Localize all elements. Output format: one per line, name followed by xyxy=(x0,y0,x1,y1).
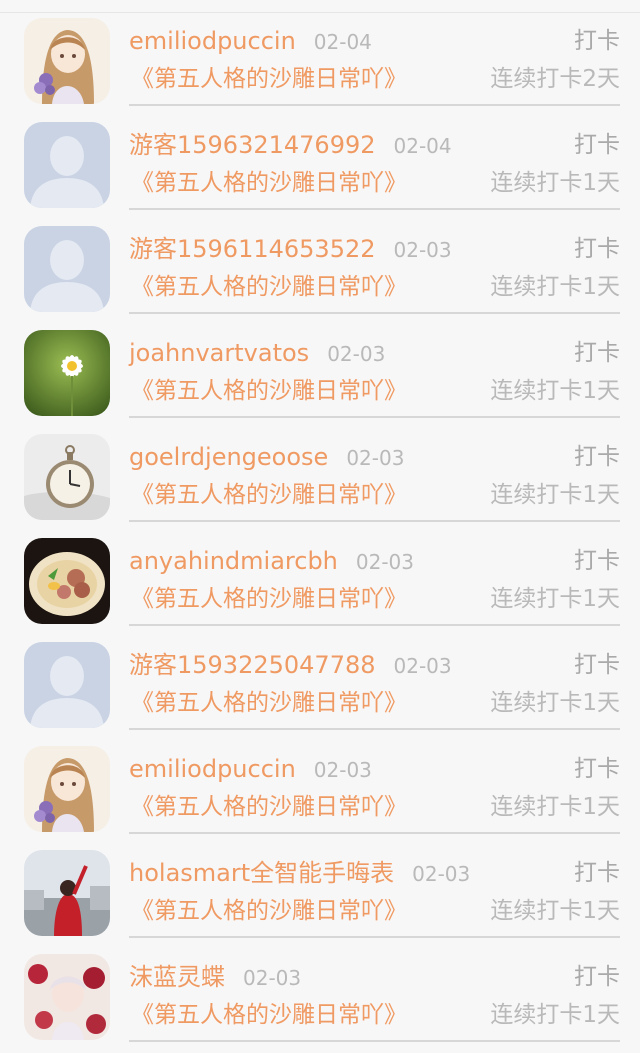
streak-label: 连续打卡1天 xyxy=(490,586,620,612)
username[interactable]: 沫蓝灵蝶 xyxy=(129,963,225,991)
book-title-link[interactable]: 《第五人格的沙雕日常吖》 xyxy=(131,377,407,405)
list-item[interactable]: 游客1596321476992 02-04 打卡 《第五人格的沙雕日常吖》 连续打… xyxy=(0,117,640,221)
username[interactable]: 游客1596321476992 xyxy=(129,131,376,159)
checkin-date: 02-04 xyxy=(313,30,372,54)
list-item[interactable]: anyahindmiarcbh 02-03 打卡 《第五人格的沙雕日常吖》 连续打… xyxy=(0,533,640,637)
item-content: 沫蓝灵蝶 02-03 打卡 《第五人格的沙雕日常吖》 连续打卡1天 xyxy=(129,949,620,1042)
item-content: 游客1596114653522 02-03 打卡 《第五人格的沙雕日常吖》 连续打… xyxy=(129,221,620,314)
checkin-action-label: 打卡 xyxy=(574,756,620,782)
checkin-action-label: 打卡 xyxy=(574,964,620,990)
list-item[interactable]: 游客1593225047788 02-03 打卡 《第五人格的沙雕日常吖》 连续打… xyxy=(0,637,640,741)
checkin-date: 02-03 xyxy=(393,654,452,678)
book-title-link[interactable]: 《第五人格的沙雕日常吖》 xyxy=(131,897,407,925)
checkin-date: 02-03 xyxy=(412,862,471,886)
checkin-action-label: 打卡 xyxy=(574,340,620,366)
list-item[interactable]: holasmart全智能手晦表 02-03 打卡 《第五人格的沙雕日常吖》 连续打… xyxy=(0,845,640,949)
item-content: 游客1593225047788 02-03 打卡 《第五人格的沙雕日常吖》 连续打… xyxy=(129,637,620,730)
list-item[interactable]: goelrdjengeoose 02-03 打卡 《第五人格的沙雕日常吖》 连续打… xyxy=(0,429,640,533)
checkin-date: 02-03 xyxy=(346,446,405,470)
list-item[interactable]: 游客1596114653522 02-03 打卡 《第五人格的沙雕日常吖》 连续打… xyxy=(0,221,640,325)
username[interactable]: 游客1596114653522 xyxy=(129,235,376,263)
checkin-action-label: 打卡 xyxy=(574,28,620,54)
username[interactable]: goelrdjengeoose xyxy=(129,443,328,471)
checkin-date: 02-04 xyxy=(393,134,452,158)
username[interactable]: 游客1593225047788 xyxy=(129,651,376,679)
book-title-link[interactable]: 《第五人格的沙雕日常吖》 xyxy=(131,65,407,93)
ramen-bowl-avatar-icon[interactable] xyxy=(24,538,110,624)
username[interactable]: anyahindmiarcbh xyxy=(129,547,338,575)
item-content: holasmart全智能手晦表 02-03 打卡 《第五人格的沙雕日常吖》 连续打… xyxy=(129,845,620,938)
anime-flowers-avatar-icon[interactable] xyxy=(24,954,110,1040)
checkin-action-label: 打卡 xyxy=(574,236,620,262)
username[interactable]: joahnvartvatos xyxy=(129,339,309,367)
checkin-date: 02-03 xyxy=(327,342,386,366)
item-content: emiliodpuccin 02-03 打卡 《第五人格的沙雕日常吖》 连续打卡1… xyxy=(129,741,620,834)
checkin-action-label: 打卡 xyxy=(574,860,620,886)
item-content: goelrdjengeoose 02-03 打卡 《第五人格的沙雕日常吖》 连续打… xyxy=(129,429,620,522)
checkin-date: 02-03 xyxy=(355,550,415,574)
list-item[interactable]: 沫蓝灵蝶 02-03 打卡 《第五人格的沙雕日常吖》 连续打卡1天 xyxy=(0,949,640,1053)
anime-girl-avatar-icon[interactable] xyxy=(24,18,110,104)
daisy-flower-avatar-icon[interactable] xyxy=(24,330,110,416)
checkin-action-label: 打卡 xyxy=(574,548,620,574)
item-content: 游客1596321476992 02-04 打卡 《第五人格的沙雕日常吖》 连续打… xyxy=(129,117,620,210)
book-title-link[interactable]: 《第五人格的沙雕日常吖》 xyxy=(131,793,407,821)
book-title-link[interactable]: 《第五人格的沙雕日常吖》 xyxy=(131,689,407,717)
checkin-date: 02-03 xyxy=(243,966,302,990)
streak-label: 连续打卡1天 xyxy=(490,482,620,508)
default-user-avatar-icon[interactable] xyxy=(24,226,110,312)
top-divider xyxy=(0,0,640,13)
streak-label: 连续打卡1天 xyxy=(490,690,620,716)
book-title-link[interactable]: 《第五人格的沙雕日常吖》 xyxy=(131,273,407,301)
streak-label: 连续打卡1天 xyxy=(490,898,620,924)
default-user-avatar-icon[interactable] xyxy=(24,642,110,728)
username[interactable]: holasmart全智能手晦表 xyxy=(129,859,394,887)
book-title-link[interactable]: 《第五人格的沙雕日常吖》 xyxy=(131,169,407,197)
username[interactable]: emiliodpuccin xyxy=(129,755,296,783)
streak-label: 连续打卡1天 xyxy=(490,378,620,404)
list-item[interactable]: emiliodpuccin 02-04 打卡 《第五人格的沙雕日常吖》 连续打卡2… xyxy=(0,13,640,117)
list-item[interactable]: joahnvartvatos 02-03 打卡 《第五人格的沙雕日常吖》 连续打卡… xyxy=(0,325,640,429)
streak-label: 连续打卡1天 xyxy=(490,794,620,820)
item-content: emiliodpuccin 02-04 打卡 《第五人格的沙雕日常吖》 连续打卡2… xyxy=(129,13,620,106)
red-dress-girl-avatar-icon[interactable] xyxy=(24,850,110,936)
pocket-watch-avatar-icon[interactable] xyxy=(24,434,110,520)
checkin-list: emiliodpuccin 02-04 打卡 《第五人格的沙雕日常吖》 连续打卡2… xyxy=(0,13,640,1053)
username[interactable]: emiliodpuccin xyxy=(129,27,296,55)
checkin-action-label: 打卡 xyxy=(574,444,620,470)
list-item[interactable]: emiliodpuccin 02-03 打卡 《第五人格的沙雕日常吖》 连续打卡1… xyxy=(0,741,640,845)
checkin-action-label: 打卡 xyxy=(574,652,620,678)
book-title-link[interactable]: 《第五人格的沙雕日常吖》 xyxy=(131,585,407,613)
streak-label: 连续打卡1天 xyxy=(490,170,620,196)
streak-label: 连续打卡2天 xyxy=(490,66,620,92)
checkin-action-label: 打卡 xyxy=(574,132,620,158)
streak-label: 连续打卡1天 xyxy=(490,274,620,300)
anime-girl-avatar-icon[interactable] xyxy=(24,746,110,832)
checkin-date: 02-03 xyxy=(393,238,452,262)
checkin-date: 02-03 xyxy=(313,758,372,782)
default-user-avatar-icon[interactable] xyxy=(24,122,110,208)
book-title-link[interactable]: 《第五人格的沙雕日常吖》 xyxy=(131,481,407,509)
item-content: anyahindmiarcbh 02-03 打卡 《第五人格的沙雕日常吖》 连续打… xyxy=(129,533,620,626)
item-content: joahnvartvatos 02-03 打卡 《第五人格的沙雕日常吖》 连续打卡… xyxy=(129,325,620,418)
